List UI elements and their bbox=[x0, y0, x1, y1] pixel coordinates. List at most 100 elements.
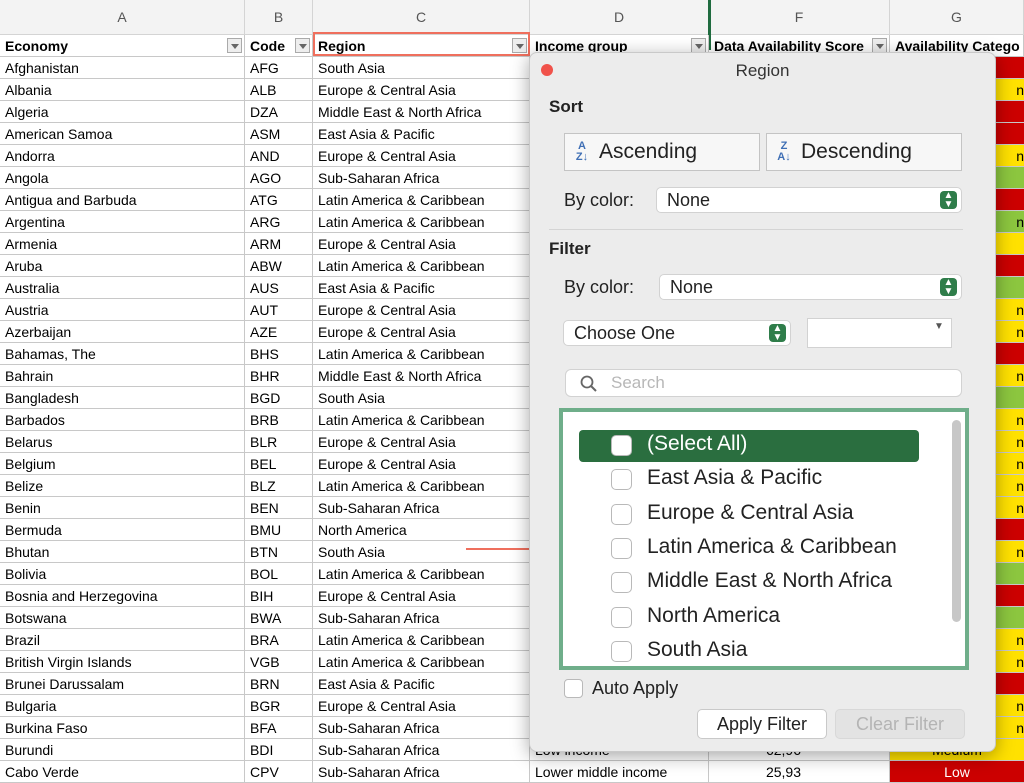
code-cell[interactable]: BIH bbox=[245, 585, 313, 607]
code-cell[interactable]: BRN bbox=[245, 673, 313, 695]
code-cell[interactable]: ABW bbox=[245, 255, 313, 277]
economy-cell[interactable]: Cabo Verde bbox=[0, 761, 245, 783]
condition-select[interactable]: Choose One ▲ ▼ bbox=[563, 320, 791, 346]
code-cell[interactable]: AUT bbox=[245, 299, 313, 321]
category-cell[interactable]: Low bbox=[890, 761, 1024, 783]
region-cell[interactable]: South Asia bbox=[313, 387, 530, 409]
filter-dropdown-icon[interactable] bbox=[691, 38, 706, 53]
code-cell[interactable]: DZA bbox=[245, 101, 313, 123]
code-header[interactable]: Code bbox=[245, 35, 313, 57]
economy-cell[interactable]: Benin bbox=[0, 497, 245, 519]
code-cell[interactable]: BRA bbox=[245, 629, 313, 651]
filter-list-item[interactable]: Europe & Central Asia bbox=[579, 499, 919, 531]
economy-cell[interactable]: Andorra bbox=[0, 145, 245, 167]
region-cell[interactable]: South Asia bbox=[313, 57, 530, 79]
region-cell[interactable]: Europe & Central Asia bbox=[313, 79, 530, 101]
region-cell[interactable]: Europe & Central Asia bbox=[313, 585, 530, 607]
code-cell[interactable]: BTN bbox=[245, 541, 313, 563]
code-cell[interactable]: ARG bbox=[245, 211, 313, 233]
code-cell[interactable]: ATG bbox=[245, 189, 313, 211]
code-cell[interactable]: AND bbox=[245, 145, 313, 167]
column-g-header[interactable]: G bbox=[890, 0, 1024, 34]
column-a-header[interactable]: A bbox=[0, 0, 245, 34]
column-b-header[interactable]: B bbox=[245, 0, 313, 34]
economy-cell[interactable]: Armenia bbox=[0, 233, 245, 255]
auto-apply-checkbox[interactable] bbox=[564, 679, 583, 698]
economy-cell[interactable]: Bosnia and Herzegovina bbox=[0, 585, 245, 607]
region-cell[interactable]: Latin America & Caribbean bbox=[313, 343, 530, 365]
item-checkbox[interactable] bbox=[611, 572, 632, 594]
column-d-header[interactable]: D bbox=[530, 0, 709, 34]
code-cell[interactable]: BDI bbox=[245, 739, 313, 761]
economy-cell[interactable]: Brunei Darussalam bbox=[0, 673, 245, 695]
economy-cell[interactable]: Botswana bbox=[0, 607, 245, 629]
column-f-header[interactable]: F bbox=[709, 0, 890, 34]
economy-cell[interactable]: Austria bbox=[0, 299, 245, 321]
region-cell[interactable]: Europe & Central Asia bbox=[313, 233, 530, 255]
economy-cell[interactable]: Bhutan bbox=[0, 541, 245, 563]
filter-color-select[interactable]: None ▲ ▼ bbox=[659, 274, 962, 300]
code-cell[interactable]: ARM bbox=[245, 233, 313, 255]
economy-cell[interactable]: Barbados bbox=[0, 409, 245, 431]
sort-color-select[interactable]: None ▲ ▼ bbox=[656, 187, 962, 213]
code-cell[interactable]: BGD bbox=[245, 387, 313, 409]
code-cell[interactable]: AUS bbox=[245, 277, 313, 299]
economy-cell[interactable]: Bermuda bbox=[0, 519, 245, 541]
economy-cell[interactable]: Belgium bbox=[0, 453, 245, 475]
code-cell[interactable]: BWA bbox=[245, 607, 313, 629]
code-cell[interactable]: ASM bbox=[245, 123, 313, 145]
code-cell[interactable]: BOL bbox=[245, 563, 313, 585]
region-cell[interactable]: South Asia bbox=[313, 541, 530, 563]
item-checkbox[interactable] bbox=[611, 469, 632, 491]
region-cell[interactable]: Middle East & North Africa bbox=[313, 101, 530, 123]
region-cell[interactable]: Middle East & North Africa bbox=[313, 365, 530, 387]
search-field[interactable]: Search bbox=[565, 369, 962, 397]
score-cell[interactable]: 25,93 bbox=[709, 761, 890, 783]
chevron-down-icon[interactable]: ▼ bbox=[934, 321, 944, 332]
item-checkbox[interactable] bbox=[611, 606, 632, 628]
economy-cell[interactable]: Burkina Faso bbox=[0, 717, 245, 739]
filter-dropdown-icon[interactable] bbox=[872, 38, 887, 53]
region-cell[interactable]: Sub-Saharan Africa bbox=[313, 717, 530, 739]
filter-list-item[interactable]: Middle East & North Africa bbox=[579, 567, 919, 599]
economy-cell[interactable]: Antigua and Barbuda bbox=[0, 189, 245, 211]
region-cell[interactable]: East Asia & Pacific bbox=[313, 123, 530, 145]
clear-filter-button[interactable]: Clear Filter bbox=[835, 709, 965, 739]
economy-cell[interactable]: Brazil bbox=[0, 629, 245, 651]
filter-dropdown-icon[interactable] bbox=[227, 38, 242, 53]
sort-ascending-button[interactable]: A Z↓ Ascending bbox=[564, 133, 760, 171]
region-cell[interactable]: Europe & Central Asia bbox=[313, 145, 530, 167]
item-checkbox[interactable] bbox=[611, 640, 632, 662]
income-cell[interactable]: Lower middle income bbox=[530, 761, 709, 783]
region-cell[interactable]: Latin America & Caribbean bbox=[313, 563, 530, 585]
economy-cell[interactable]: Bolivia bbox=[0, 563, 245, 585]
code-cell[interactable]: BRB bbox=[245, 409, 313, 431]
economy-cell[interactable]: Azerbaijan bbox=[0, 321, 245, 343]
code-cell[interactable]: BHS bbox=[245, 343, 313, 365]
economy-cell[interactable]: Algeria bbox=[0, 101, 245, 123]
economy-cell[interactable]: Belarus bbox=[0, 431, 245, 453]
region-cell[interactable]: Latin America & Caribbean bbox=[313, 211, 530, 233]
list-scrollbar[interactable] bbox=[952, 420, 961, 622]
code-cell[interactable]: BEN bbox=[245, 497, 313, 519]
item-checkbox[interactable] bbox=[611, 503, 632, 525]
economy-cell[interactable]: Australia bbox=[0, 277, 245, 299]
filter-list-item[interactable]: North America bbox=[579, 602, 919, 634]
economy-cell[interactable]: Bangladesh bbox=[0, 387, 245, 409]
filter-list-item[interactable]: Latin America & Caribbean bbox=[579, 533, 919, 565]
economy-cell[interactable]: Angola bbox=[0, 167, 245, 189]
economy-cell[interactable]: Afghanistan bbox=[0, 57, 245, 79]
region-cell[interactable]: Latin America & Caribbean bbox=[313, 475, 530, 497]
region-cell[interactable]: Sub-Saharan Africa bbox=[313, 497, 530, 519]
region-cell[interactable]: Sub-Saharan Africa bbox=[313, 167, 530, 189]
economy-cell[interactable]: Argentina bbox=[0, 211, 245, 233]
filter-list-item[interactable]: East Asia & Pacific bbox=[579, 464, 919, 496]
code-cell[interactable]: BHR bbox=[245, 365, 313, 387]
economy-cell[interactable]: Albania bbox=[0, 79, 245, 101]
filter-list-item[interactable]: South Asia bbox=[579, 636, 919, 668]
economy-cell[interactable]: Bahamas, The bbox=[0, 343, 245, 365]
region-cell[interactable]: Latin America & Caribbean bbox=[313, 189, 530, 211]
code-cell[interactable]: ALB bbox=[245, 79, 313, 101]
code-cell[interactable]: BEL bbox=[245, 453, 313, 475]
region-cell[interactable]: Sub-Saharan Africa bbox=[313, 739, 530, 761]
